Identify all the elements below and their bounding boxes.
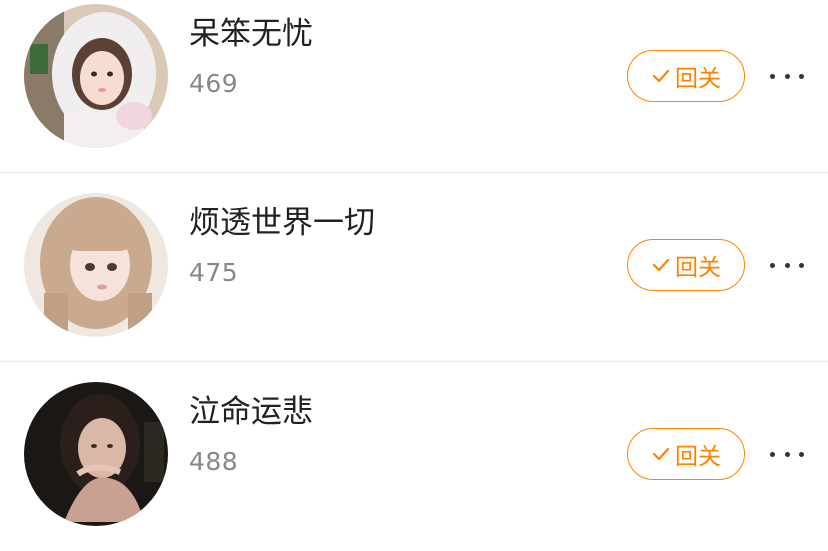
- user-name[interactable]: 泣命运悲: [189, 392, 313, 432]
- more-options-icon[interactable]: [770, 62, 804, 90]
- follow-back-label: 回关: [675, 66, 721, 92]
- check-icon: [652, 258, 670, 272]
- fan-list: 呆笨无忧 469 回关 烦透世界一切 475 回关 泣命运悲 488 回关: [0, 0, 828, 544]
- user-name[interactable]: 烦透世界一切: [189, 203, 375, 243]
- check-icon: [652, 447, 670, 461]
- more-options-icon[interactable]: [770, 440, 804, 468]
- fan-count: 475: [189, 258, 239, 287]
- fan-count: 488: [189, 447, 239, 476]
- check-icon: [652, 69, 670, 83]
- avatar-image: [24, 382, 168, 526]
- follow-back-button[interactable]: 回关: [627, 50, 745, 102]
- avatar[interactable]: [24, 193, 168, 337]
- list-item[interactable]: 泣命运悲 488 回关: [0, 362, 828, 551]
- avatar-image: [24, 193, 168, 337]
- avatar[interactable]: [24, 4, 168, 148]
- list-item[interactable]: 呆笨无忧 469 回关: [0, 0, 828, 173]
- follow-back-button[interactable]: 回关: [627, 428, 745, 480]
- follow-back-button[interactable]: 回关: [627, 239, 745, 291]
- more-options-icon[interactable]: [770, 251, 804, 279]
- list-item[interactable]: 烦透世界一切 475 回关: [0, 173, 828, 362]
- avatar[interactable]: [24, 382, 168, 526]
- fan-count: 469: [189, 69, 239, 98]
- follow-back-label: 回关: [675, 255, 721, 281]
- follow-back-label: 回关: [675, 444, 721, 470]
- user-name[interactable]: 呆笨无忧: [189, 14, 313, 54]
- avatar-image: [24, 4, 168, 148]
